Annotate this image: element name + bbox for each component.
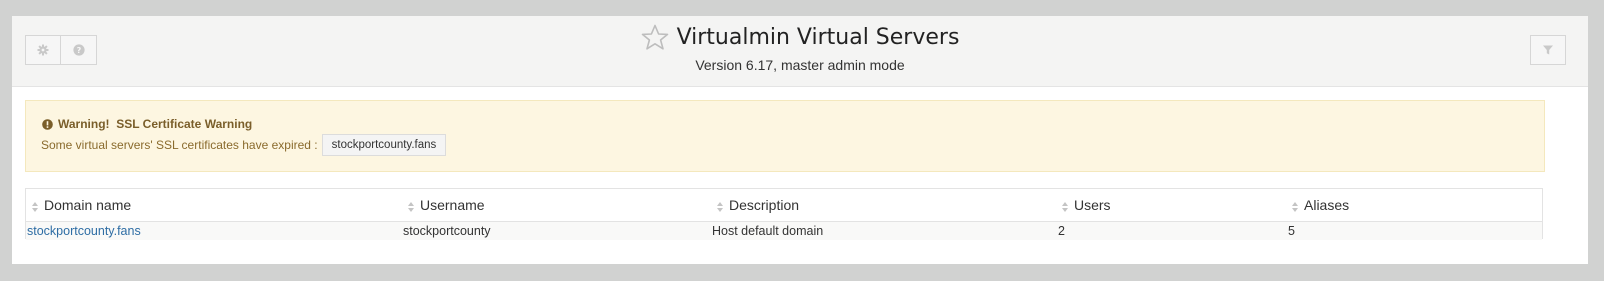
filter-button[interactable] bbox=[1530, 35, 1566, 65]
column-label: Domain name bbox=[44, 197, 132, 213]
aliases-cell: 5 bbox=[1288, 224, 1295, 238]
column-header-users[interactable]: Users bbox=[1062, 197, 1111, 213]
column-label: Description bbox=[729, 197, 800, 213]
page-subtitle: Version 6.17, master admin mode bbox=[695, 57, 905, 73]
domain-name-link[interactable]: stockportcounty.fans bbox=[27, 224, 141, 238]
alert-body: Some virtual servers' SSL certificates h… bbox=[41, 134, 447, 156]
alert-message: Some virtual servers' SSL certificates h… bbox=[41, 138, 318, 152]
users-cell: 2 bbox=[1058, 224, 1065, 238]
sort-icon bbox=[717, 201, 723, 212]
title-block: Virtualmin Virtual Servers Version 6.17,… bbox=[12, 24, 1588, 73]
expired-domain-chip[interactable]: stockportcounty.fans bbox=[321, 134, 447, 156]
alert-heading-text: Warning! SSL Certificate Warning bbox=[58, 117, 253, 131]
username-cell: stockportcounty bbox=[403, 224, 491, 238]
description-cell: Host default domain bbox=[712, 224, 824, 238]
column-label: Aliases bbox=[1304, 197, 1350, 213]
sort-icon bbox=[1292, 201, 1298, 212]
star-icon[interactable] bbox=[641, 24, 669, 50]
filter-icon bbox=[1543, 45, 1553, 55]
virtual-servers-table: Domain name Username Description Users A… bbox=[25, 188, 1543, 240]
column-label: Users bbox=[1074, 197, 1111, 213]
sort-icon bbox=[32, 201, 38, 212]
page-title: Virtualmin Virtual Servers bbox=[676, 24, 960, 50]
column-header-username[interactable]: Username bbox=[408, 197, 485, 213]
alert-heading: Warning! SSL Certificate Warning bbox=[42, 117, 252, 131]
column-header-description[interactable]: Description bbox=[717, 197, 799, 213]
sort-icon bbox=[408, 201, 414, 212]
table-row: stockportcounty.fans stockportcounty Hos… bbox=[26, 222, 1542, 240]
column-header-domain-name[interactable]: Domain name bbox=[32, 197, 131, 213]
column-header-aliases[interactable]: Aliases bbox=[1292, 197, 1349, 213]
sort-icon bbox=[1062, 201, 1068, 212]
table-header: Domain name Username Description Users A… bbox=[26, 189, 1542, 222]
page-header: ? Virtualmin Virtual Servers Version 6.1… bbox=[12, 16, 1588, 87]
main-panel: ? Virtualmin Virtual Servers Version 6.1… bbox=[12, 16, 1588, 264]
column-label: Username bbox=[420, 197, 485, 213]
ssl-warning-alert: Warning! SSL Certificate Warning Some vi… bbox=[25, 100, 1545, 172]
exclamation-circle-icon bbox=[42, 118, 53, 130]
